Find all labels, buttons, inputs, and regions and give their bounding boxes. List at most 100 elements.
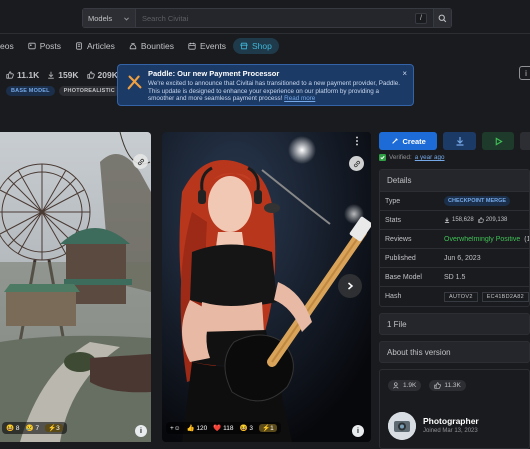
run-button[interactable]	[481, 132, 515, 150]
gallery-image-1[interactable]: 😆 8 😢 7 ⚡3 i	[0, 132, 151, 442]
files-accordion[interactable]: 1 File	[379, 313, 530, 335]
alert-body: We're excited to announce that Civitai h…	[148, 80, 407, 103]
badge-photorealistic[interactable]: PHOTOREALISTIC	[58, 86, 120, 96]
reaction-bolt[interactable]: ⚡1	[259, 424, 277, 432]
badge-base-model[interactable]: BASE MODEL	[6, 86, 55, 96]
search-input[interactable]: Search Civitai /	[136, 8, 434, 28]
search-button[interactable]	[434, 8, 452, 28]
image-1-reactions: 😆 8 😢 7 ⚡3	[2, 422, 67, 434]
link-icon	[353, 160, 360, 167]
detail-row-published: Published Jun 6, 2023	[380, 249, 529, 268]
thumbs-up-icon	[478, 217, 484, 223]
downloads-count: 159K	[58, 70, 79, 80]
reaction-bolt-count-2: 1	[270, 425, 274, 432]
hash-value[interactable]: EC41BD2A82	[481, 291, 529, 302]
nav-articles-label: Articles	[86, 41, 115, 51]
downloads-stat: 159K	[47, 70, 79, 80]
creator-card: 1.9K 11.3K Photographer Joined Mar 13, 2…	[379, 369, 530, 449]
nav-posts[interactable]: Posts	[21, 38, 68, 54]
reaction-thumbs-up[interactable]: 👍 120	[186, 424, 207, 432]
reaction-cry-count: 7	[35, 425, 40, 432]
play-icon	[495, 136, 503, 146]
search-icon	[438, 14, 447, 22]
avatar[interactable]	[388, 412, 416, 440]
brush-icon	[391, 138, 398, 144]
published-label: Published	[385, 254, 416, 262]
reaction-heart[interactable]: ❤️ 118	[213, 424, 233, 432]
image-link-button-2[interactable]	[349, 156, 364, 171]
reaction-laugh-count-2: 3	[249, 425, 254, 432]
more-stat: 209K	[86, 70, 118, 80]
base-model-value: SD 1.5	[444, 273, 466, 281]
verified-status: Verified: a year ago	[379, 154, 530, 161]
download-button[interactable]	[443, 132, 476, 150]
download-icon	[456, 137, 464, 146]
more-actions-button[interactable]	[520, 132, 530, 150]
reaction-laugh[interactable]: 😆 8	[6, 424, 20, 432]
image-info-icon[interactable]: i	[135, 425, 147, 437]
main-nav: eos Posts Articles Bounties Events Shop	[0, 34, 530, 58]
likes-count: 11.1K	[17, 70, 40, 80]
next-image-button[interactable]	[338, 274, 362, 298]
reaction-bolt[interactable]: ⚡3	[45, 424, 63, 432]
reaction-cry[interactable]: 😢 7	[26, 424, 40, 432]
details-header[interactable]: Details	[380, 170, 529, 192]
reviews-label: Reviews	[385, 235, 412, 243]
nav-shop-label: Shop	[251, 41, 272, 51]
close-icon[interactable]: ×	[402, 69, 407, 78]
model-side-panel: Create Verified: a year ago Details Type…	[379, 132, 530, 449]
search-category-select[interactable]: Models	[82, 8, 136, 28]
more-count: 209K	[97, 70, 118, 80]
nav-posts-label: Posts	[39, 41, 61, 51]
nav-events[interactable]: Events	[181, 38, 233, 54]
detail-row-hash: Hash AUTOV2 EC41BD2A82	[380, 287, 529, 306]
search-shortcut-key: /	[415, 13, 427, 24]
create-button[interactable]: Create	[379, 132, 438, 150]
hash-type-select[interactable]: AUTOV2	[444, 291, 478, 302]
creator-name[interactable]: Photographer	[423, 416, 479, 426]
about-version-accordion[interactable]: About this version	[379, 341, 530, 363]
download-icon	[444, 217, 450, 223]
create-button-label: Create	[402, 136, 426, 146]
more-options-icon[interactable]: ⋮	[352, 136, 362, 147]
info-icon[interactable]: i	[519, 66, 530, 80]
add-reaction-button[interactable]: +☺	[170, 425, 180, 432]
nav-events-label: Events	[199, 41, 226, 51]
download-icon	[48, 71, 55, 79]
likes-stat: 11.1K	[6, 70, 39, 80]
chevron-right-icon	[348, 282, 354, 290]
creator-joined: Joined Mar 13, 2023	[423, 428, 478, 434]
type-label: Type	[385, 197, 401, 205]
nav-videos-label: eos	[0, 41, 14, 51]
verified-time-link[interactable]: a year ago	[415, 154, 445, 161]
calendar-icon	[188, 42, 196, 50]
nav-bounties[interactable]: Bounties	[122, 38, 181, 54]
alert-title: Paddle: Our new Payment Processor	[148, 69, 280, 78]
reviews-value[interactable]: Overwhelmingly Positive	[444, 236, 520, 243]
creator-likes-count: 11.3K	[444, 382, 461, 389]
check-badge-icon	[379, 154, 386, 161]
reaction-laugh[interactable]: 😆 3	[239, 424, 253, 432]
nav-shop[interactable]: Shop	[232, 38, 279, 54]
top-bar: Models Search Civitai /	[0, 0, 530, 34]
image-info-icon-2[interactable]: i	[352, 425, 364, 437]
reviews-count: (1	[524, 235, 529, 243]
reaction-heart-count: 118	[223, 425, 234, 432]
thumbs-up-icon	[86, 71, 95, 79]
stats-likes-value: 209,138	[485, 217, 508, 223]
stats-likes: 209,138	[478, 217, 508, 223]
ferris-wheel-image	[0, 132, 151, 442]
paddle-icon	[127, 75, 142, 90]
alert-read-more-link[interactable]: Read more	[284, 95, 315, 102]
detail-row-reviews: Reviews Overwhelmingly Positive (1	[380, 230, 529, 249]
verified-prefix: Verified:	[389, 154, 412, 161]
image-link-button[interactable]	[133, 154, 148, 169]
stats-downloads: 158,628	[444, 217, 474, 223]
nav-articles[interactable]: Articles	[68, 38, 122, 54]
alert-text: We're excited to announce that Civitai h…	[148, 80, 401, 103]
thumbs-up-icon	[6, 71, 14, 79]
nav-videos[interactable]: eos	[0, 38, 21, 54]
reaction-laugh-count: 8	[15, 425, 20, 432]
reaction-bolt-count: 3	[56, 425, 60, 432]
detail-row-base-model: Base Model SD 1.5	[380, 268, 529, 287]
